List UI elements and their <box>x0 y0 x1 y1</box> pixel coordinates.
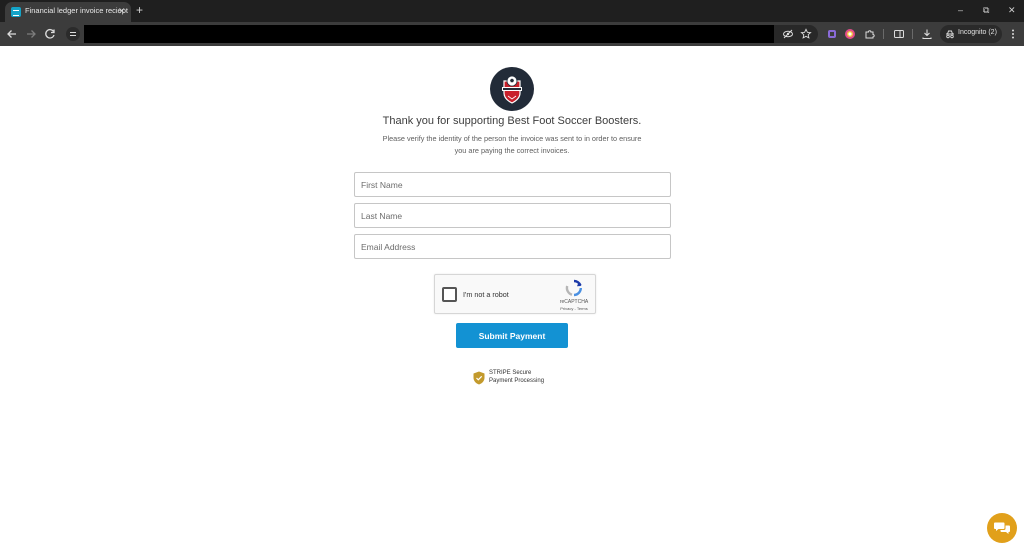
first-name-input[interactable] <box>354 172 671 197</box>
submit-payment-button[interactable]: Submit Payment <box>456 323 568 348</box>
tab-title: Financial ledger invoice reciept <box>25 6 128 15</box>
color-extension-icon[interactable] <box>844 28 856 40</box>
recaptcha-widget: I'm not a robot reCAPTCHA Privacy - Term… <box>434 274 596 314</box>
email-input[interactable] <box>354 234 671 259</box>
site-info-icon[interactable] <box>66 27 80 41</box>
stripe-secure-badge: STRIPE Secure Payment Processing <box>473 370 563 388</box>
toolbar-divider <box>912 29 913 39</box>
incognito-indicator[interactable]: Incognito (2) <box>940 25 1002 43</box>
restore-button[interactable]: ⧉ <box>983 4 989 16</box>
last-name-input[interactable] <box>354 203 671 228</box>
chat-widget-button[interactable] <box>987 513 1017 543</box>
extension-icon[interactable] <box>826 28 838 40</box>
download-icon[interactable] <box>921 28 933 40</box>
instructions-line-1: Please verify the identity of the person… <box>382 134 642 143</box>
soccer-booster-logo <box>490 67 534 111</box>
secure-line-2: Payment Processing <box>489 377 545 384</box>
reload-icon[interactable] <box>43 27 57 41</box>
site-favicon-icon <box>11 7 21 17</box>
secure-text: STRIPE Secure Payment Processing <box>489 370 544 385</box>
recaptcha-brand: reCAPTCHA <box>559 299 589 305</box>
shield-check-icon <box>473 371 485 385</box>
browser-toolbar: Incognito (2) <box>0 22 1024 46</box>
recaptcha-label: I'm not a robot <box>463 290 509 299</box>
eye-slash-icon[interactable] <box>782 28 794 40</box>
browser-tab-active[interactable]: Financial ledger invoice reciept ✕ <box>5 2 131 22</box>
recaptcha-checkbox[interactable] <box>442 287 457 302</box>
toolbar-divider <box>883 29 884 39</box>
menu-kebab-icon[interactable] <box>1007 28 1019 40</box>
incognito-icon <box>946 30 954 39</box>
address-bar[interactable] <box>84 25 774 43</box>
tab-close-icon[interactable]: ✕ <box>118 5 126 17</box>
puzzle-extensions-icon[interactable] <box>864 28 876 40</box>
back-arrow-icon[interactable] <box>5 27 19 41</box>
soccer-crest-icon <box>502 75 522 104</box>
bookmark-star-icon[interactable] <box>800 28 812 40</box>
side-panel-icon[interactable] <box>893 28 905 40</box>
new-tab-button[interactable]: + <box>136 3 143 17</box>
close-window-button[interactable]: ✕ <box>1008 4 1016 16</box>
page-title: Thank you for supporting Best Foot Socce… <box>382 115 642 127</box>
secure-line-1: STRIPE Secure <box>489 370 532 376</box>
address-bar-actions <box>774 25 818 43</box>
incognito-label: Incognito (2) <box>958 29 997 36</box>
recaptcha-logo-icon <box>565 279 582 297</box>
minimize-button[interactable]: – <box>958 4 963 16</box>
instructions-line-2: you are paying the correct invoices. <box>454 145 570 155</box>
verification-instructions: Please verify the identity of the person… <box>372 133 652 156</box>
recaptcha-privacy-terms[interactable]: Privacy - Terms <box>553 306 595 311</box>
chat-bubbles-icon <box>994 522 1010 534</box>
forward-arrow-icon[interactable] <box>24 27 38 41</box>
browser-titlebar: Financial ledger invoice reciept ✕ + – ⧉… <box>0 0 1024 22</box>
